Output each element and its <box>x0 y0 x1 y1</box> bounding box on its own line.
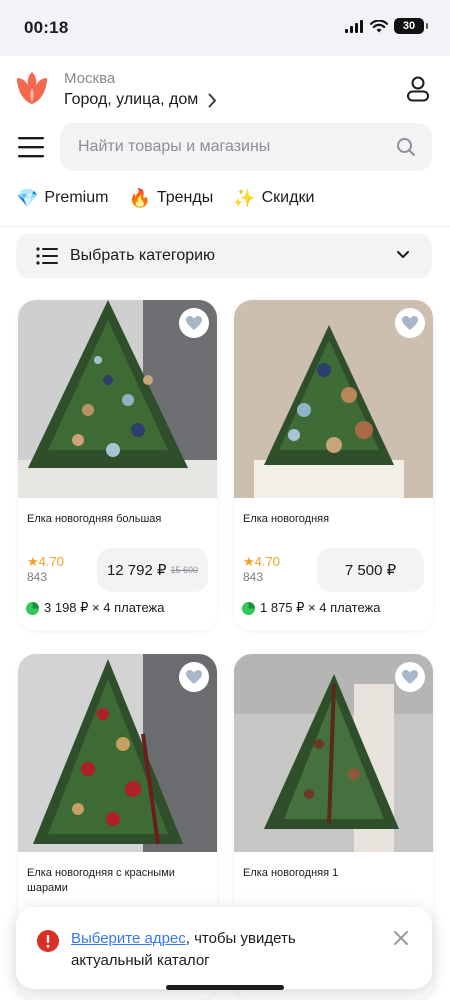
chevron-right-icon <box>208 93 217 107</box>
fire-icon: 🔥 <box>128 188 151 208</box>
favorite-button[interactable] <box>179 662 209 692</box>
installment-text: 3 198 ₽ × 4 платежа <box>44 600 165 615</box>
reviews-count: 843 <box>27 570 48 584</box>
reviews-count: 843 <box>243 570 264 584</box>
product-image[interactable] <box>18 300 217 498</box>
heart-icon <box>402 316 418 330</box>
installment-info: 1 875 ₽ × 4 платежа <box>242 600 380 616</box>
status-time: 00:18 <box>24 18 69 37</box>
sparkles-icon: ✨ <box>233 188 256 208</box>
menu-icon[interactable] <box>18 136 44 158</box>
battery-icon: 30 <box>394 18 428 34</box>
category-select-label: Выбрать категорию <box>70 247 216 264</box>
logo-tulip-icon[interactable] <box>16 70 48 106</box>
price: 12 792 ₽ <box>106 562 167 579</box>
price-button[interactable]: 12 792 ₽ 15 600 <box>97 548 208 592</box>
search-input[interactable]: Найти товары и магазины <box>60 123 432 171</box>
star-icon: ★ <box>243 554 255 569</box>
profile-icon[interactable] <box>406 76 430 102</box>
chevron-down-icon <box>397 251 409 258</box>
installment-info: 3 198 ₽ × 4 платежа <box>26 600 164 616</box>
quick-link-trends[interactable]: 🔥 Тренды <box>128 189 213 207</box>
product-title[interactable]: Елка новогодняя с красными шарами <box>27 866 209 896</box>
toast-message: Выберите адрес, чтобы увидеть актуальный… <box>71 928 371 972</box>
address-label[interactable]: Город, улица, дом <box>64 91 198 109</box>
divider <box>0 226 450 227</box>
favorite-button[interactable] <box>395 662 425 692</box>
product-image[interactable] <box>18 654 217 852</box>
installment-icon <box>242 601 255 615</box>
quick-link-label: Premium <box>44 189 109 206</box>
list-icon <box>36 247 58 265</box>
status-bar: 00:18 30 <box>0 0 450 56</box>
address-toast: Выберите адрес, чтобы увидеть актуальный… <box>16 907 432 989</box>
diamond-icon: 💎 <box>16 188 39 208</box>
rating-value: 4.70 <box>38 554 64 569</box>
quick-link-discounts[interactable]: ✨ Скидки <box>233 189 314 207</box>
address-selector[interactable]: Город, улица, дом <box>64 91 217 109</box>
old-price: 15 600 <box>170 565 199 575</box>
product-card[interactable]: Елка новогодняя ★4.70 843 7 500 ₽ 1 875 … <box>234 300 433 631</box>
search-icon[interactable] <box>396 137 416 157</box>
city-label[interactable]: Москва <box>64 70 115 87</box>
installment-text: 1 875 ₽ × 4 платежа <box>260 600 381 615</box>
product-rating: ★4.70 <box>243 554 280 570</box>
product-rating: ★4.70 <box>27 554 64 570</box>
product-title[interactable]: Елка новогодняя 1 <box>243 866 425 881</box>
choose-address-link[interactable]: Выберите адрес <box>71 930 186 947</box>
header: Москва Город, улица, дом Найти товары и … <box>0 56 450 228</box>
battery-level: 30 <box>402 20 416 32</box>
product-title[interactable]: Елка новогодняя большая <box>27 512 209 527</box>
heart-icon <box>186 670 202 684</box>
price-button[interactable]: 7 500 ₽ <box>317 548 424 592</box>
category-select[interactable]: Выбрать категорию <box>16 234 432 278</box>
product-card[interactable]: Елка новогодняя большая ★4.70 843 12 792… <box>18 300 217 631</box>
product-title[interactable]: Елка новогодняя <box>243 512 425 527</box>
product-image[interactable] <box>234 654 433 852</box>
rating-value: 4.70 <box>254 554 280 569</box>
price: 7 500 ₽ <box>344 562 397 579</box>
star-icon: ★ <box>27 554 39 569</box>
product-image[interactable] <box>234 300 433 498</box>
quick-links: 💎 Premium 🔥 Тренды ✨ Скидки <box>16 189 314 207</box>
quick-link-premium[interactable]: 💎 Premium <box>16 189 108 207</box>
cellular-signal-icon <box>345 19 363 33</box>
alert-icon <box>37 930 59 952</box>
installment-icon <box>26 601 39 615</box>
status-icons: 30 <box>345 18 428 34</box>
catalog-content: Выбрать категорию Елка новогодняя больша… <box>0 228 450 1000</box>
favorite-button[interactable] <box>395 308 425 338</box>
heart-icon <box>402 670 418 684</box>
quick-link-label: Скидки <box>261 189 315 206</box>
search-placeholder: Найти товары и магазины <box>78 138 271 155</box>
heart-icon <box>186 316 202 330</box>
favorite-button[interactable] <box>179 308 209 338</box>
wifi-icon <box>370 19 388 32</box>
home-indicator[interactable] <box>166 985 284 990</box>
quick-link-label: Тренды <box>156 189 214 206</box>
close-icon[interactable] <box>394 931 408 945</box>
